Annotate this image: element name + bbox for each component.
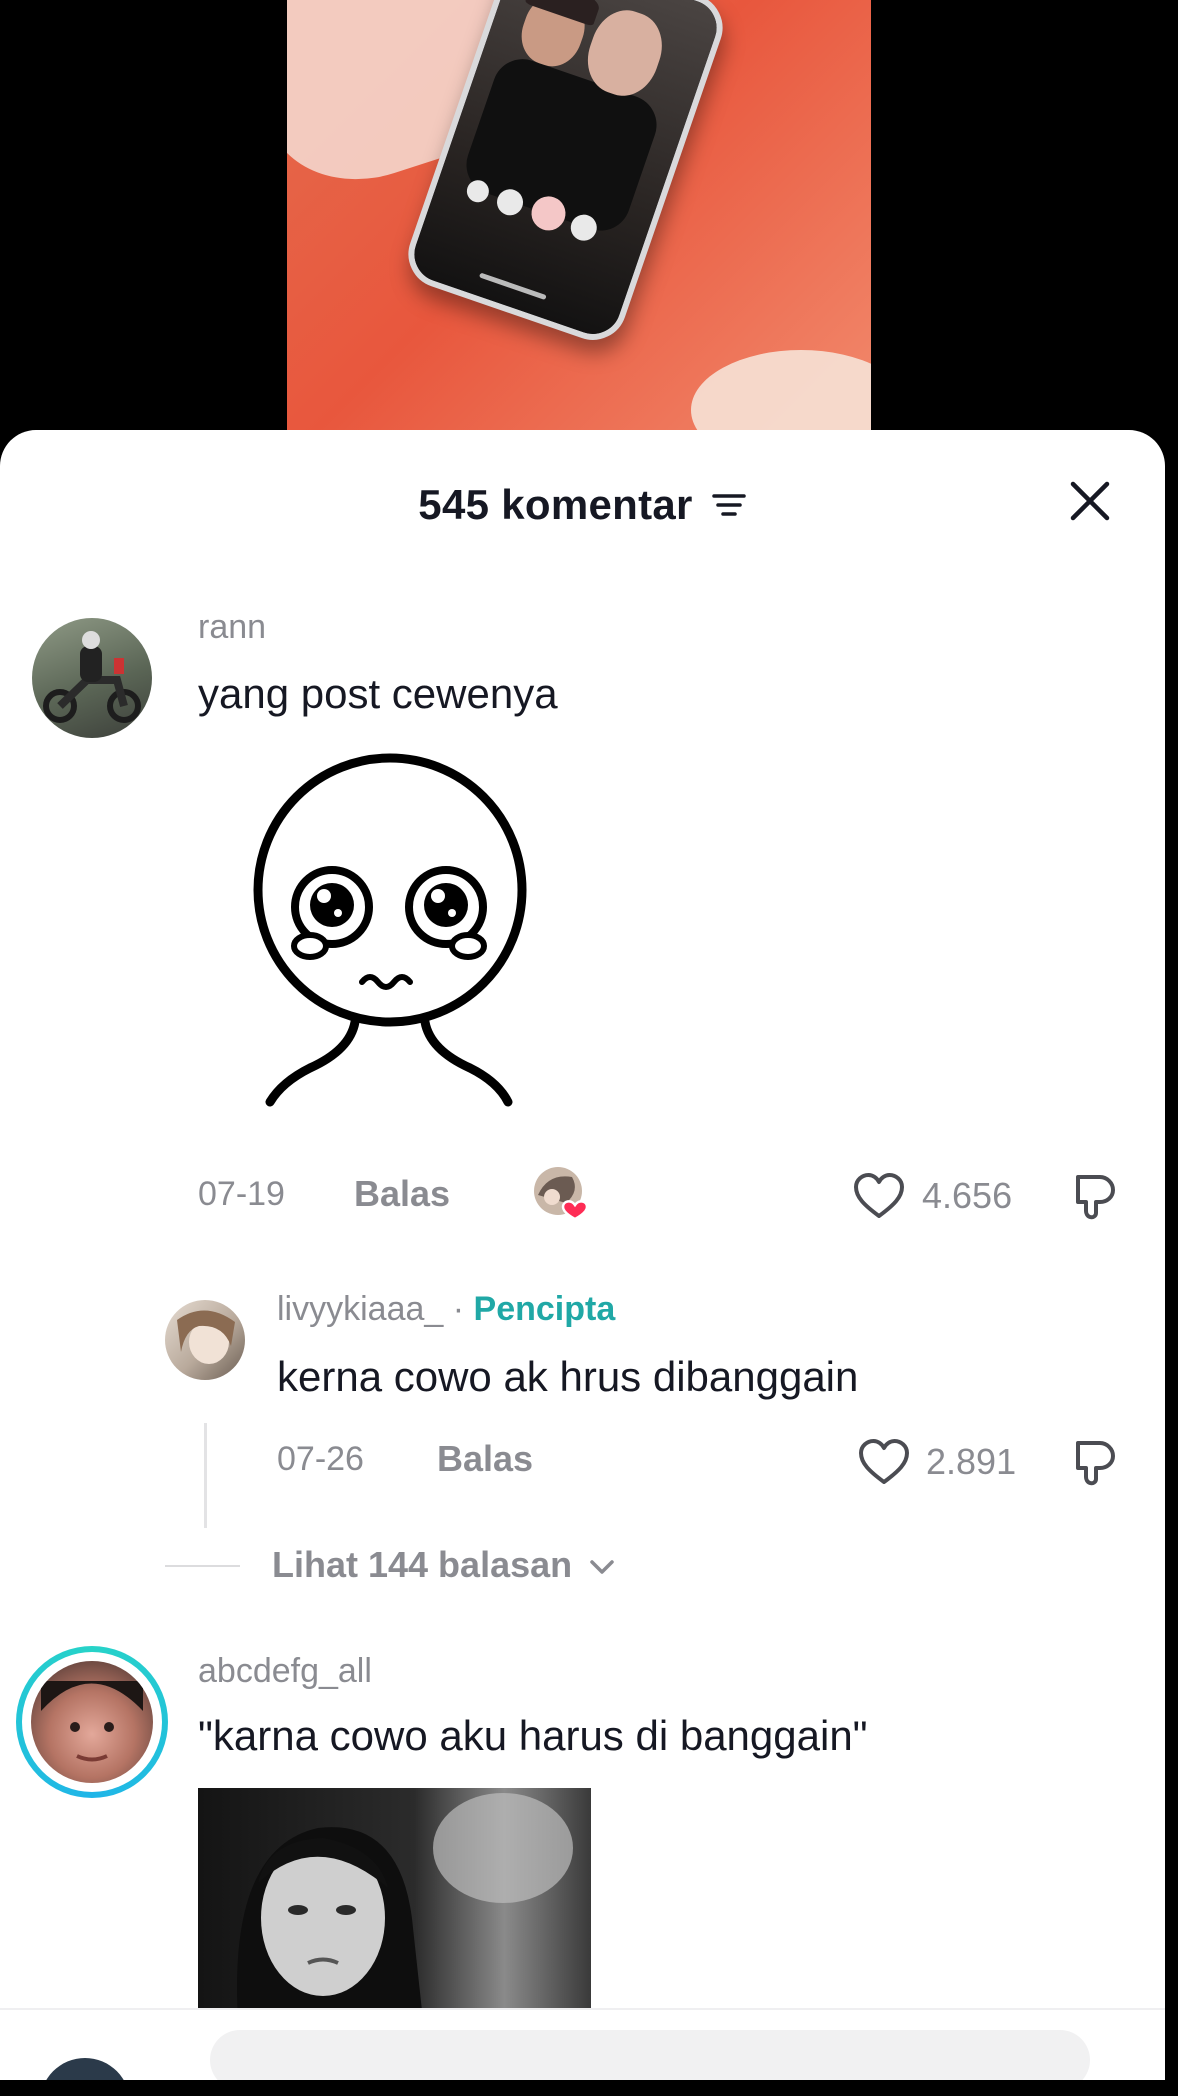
username-separator: · xyxy=(443,1290,474,1328)
comment-text: yang post cewenya xyxy=(198,670,558,717)
pleading-face-sticker xyxy=(253,753,527,1107)
reply-username[interactable]: livyykiaaa_ xyxy=(277,1290,443,1328)
comment-count-title: 545 komentar xyxy=(418,480,693,528)
heart-like-icon[interactable] xyxy=(852,1172,906,1220)
chevron-down-icon xyxy=(590,1560,614,1575)
video-player[interactable] xyxy=(287,0,871,440)
motorbike-photo xyxy=(43,631,141,723)
reply-date: 07-26 xyxy=(277,1440,364,1478)
dislike-icon[interactable] xyxy=(1070,1437,1120,1487)
view-replies-button[interactable]: Lihat 144 balasan xyxy=(272,1544,616,1586)
creator-liked-badge xyxy=(532,1165,592,1221)
like-count: 4.656 xyxy=(922,1175,1013,1216)
view-replies-divider xyxy=(165,1565,240,1567)
close-icon[interactable] xyxy=(1063,474,1117,528)
comment-input[interactable] xyxy=(210,2030,1090,2080)
avatar-story-ring[interactable] xyxy=(16,1646,168,1798)
like-count: 2.891 xyxy=(926,1441,1017,1482)
reply-button[interactable]: Balas xyxy=(437,1438,533,1480)
user-photo xyxy=(41,1681,143,1762)
reply-username-row: livyykiaaa_ · Pencipta xyxy=(277,1290,615,1329)
crying-woman-image xyxy=(237,1793,573,2020)
creator-badge: Pencipta xyxy=(473,1290,616,1328)
heart-like-icon[interactable] xyxy=(857,1438,911,1486)
reply-button[interactable]: Balas xyxy=(354,1173,450,1215)
sort-filter-icon[interactable] xyxy=(711,490,747,520)
gif-attachment[interactable] xyxy=(198,1788,591,2020)
reply-avatar[interactable] xyxy=(165,1300,245,1380)
user-photo xyxy=(177,1310,235,1364)
reply-text: kerna cowo ak hrus dibanggain xyxy=(277,1353,859,1400)
dislike-icon[interactable] xyxy=(1070,1171,1120,1221)
comment-username[interactable]: abcdefg_all xyxy=(198,1652,372,1691)
thread-line xyxy=(204,1423,207,1528)
video-glare xyxy=(691,350,871,440)
comments-header: 545 komentar xyxy=(0,478,1165,529)
view-replies-label: Lihat 144 balasan xyxy=(272,1544,573,1585)
comment-text: "karna cowo aku harus di banggain" xyxy=(198,1712,868,1759)
comment-username[interactable]: rann xyxy=(198,608,266,647)
comment-date: 07-19 xyxy=(198,1175,285,1213)
comments-sheet: 545 komentar rann yang post cewenya 07-1… xyxy=(0,430,1165,2080)
avatar[interactable] xyxy=(32,618,152,738)
